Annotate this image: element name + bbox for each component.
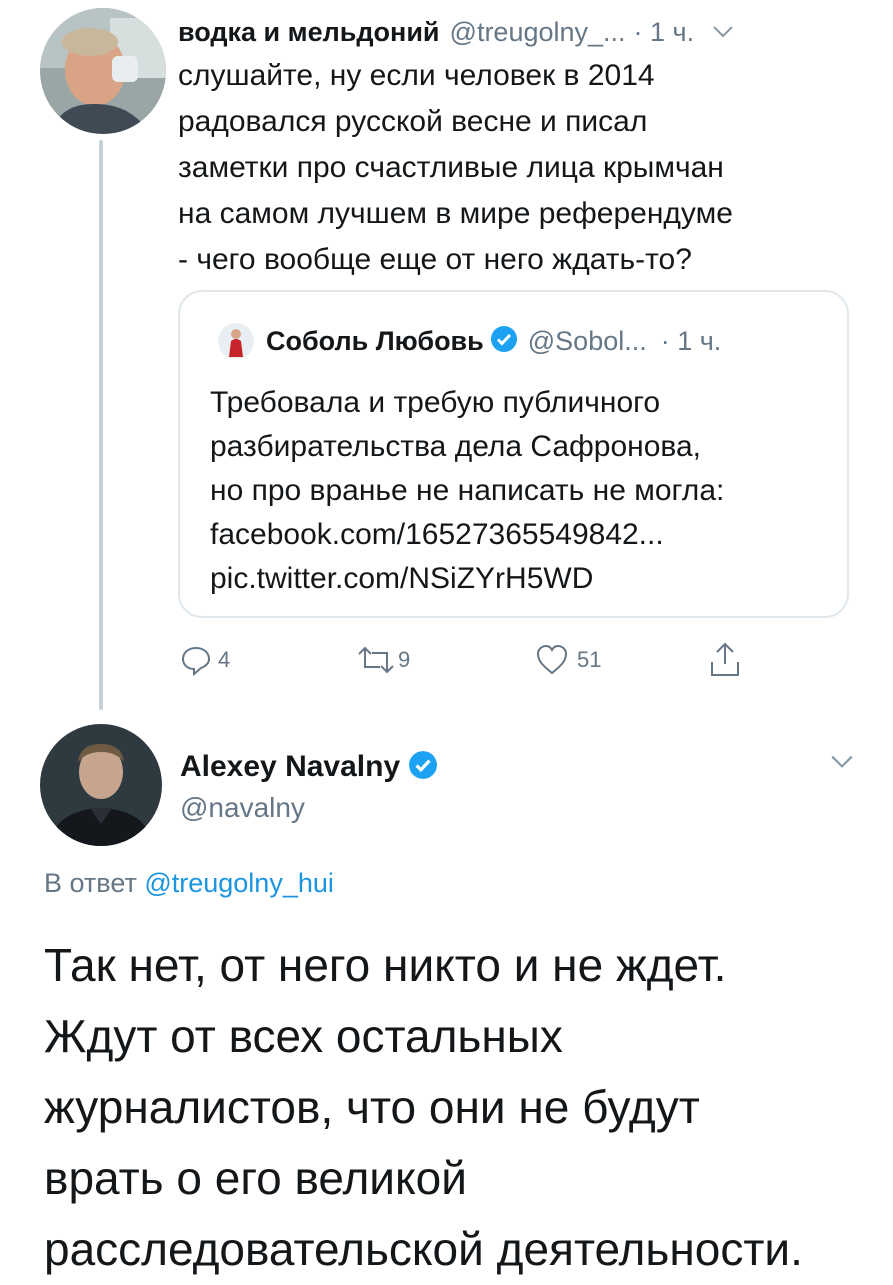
avatar-treugolny[interactable] — [40, 8, 166, 134]
avatar-navalny[interactable] — [40, 724, 162, 846]
quoted-text-line: Требовала и требую публичного — [210, 386, 661, 419]
reply-prefix: В ответ — [44, 868, 137, 898]
quoted-time: · 1 ч. — [660, 325, 722, 356]
reply-to-handle-link[interactable]: @treugolny_hui — [144, 868, 334, 898]
quoted-text-line: facebook.com/16527365549842... — [210, 518, 664, 551]
parent-text-line: радовался русской весне и писал — [178, 105, 648, 138]
parent-author-name[interactable]: водка и мельдоний — [178, 17, 440, 48]
share-button[interactable] — [708, 640, 742, 680]
reply-button[interactable]: 4 — [180, 640, 230, 680]
quoted-text-line: разбирательства дела Сафронова, — [210, 430, 702, 463]
main-author-name[interactable]: Alexey Navalny — [180, 750, 400, 784]
quoted-text-line: pic.twitter.com/NSiZYrH5WD — [210, 562, 594, 595]
main-author-handle[interactable]: @navalny — [180, 792, 305, 824]
share-upload-icon — [708, 642, 742, 678]
like-count: 51 — [577, 647, 602, 672]
main-tweet-header: Alexey Navalny — [180, 747, 438, 787]
main-tweet-text: Так нет, от него никто и не ждет. Ждут о… — [44, 930, 874, 1285]
parent-text-line: слушайте, ну если человек в 2014 — [178, 59, 655, 92]
parent-tweet-text: слушайте, ну если человек в 2014 радовал… — [178, 53, 858, 283]
comment-bubble-icon — [180, 644, 212, 676]
quoted-tweet-header: Соболь Любовь @Sobol... · 1 ч. — [218, 319, 721, 363]
avatar-sobol — [218, 323, 254, 359]
main-text-line: расследовательской деятельности. — [44, 1223, 803, 1275]
heart-outline-icon — [535, 644, 569, 676]
parent-text-line: заметки про счастливые лица крымчан — [178, 151, 724, 184]
thread-connector-line — [99, 140, 103, 710]
parent-text-line: - чего вообще еще от него ждать-то? — [178, 243, 692, 276]
retweet-count: 9 — [398, 647, 411, 672]
reply-context: В ответ @treugolny_hui — [44, 868, 334, 899]
quoted-text-line: но про вранье не написать не могла: — [210, 474, 725, 507]
like-button[interactable]: 51 — [535, 640, 601, 680]
main-text-line: Ждут от всех остальных — [44, 1010, 563, 1062]
parent-tweet-header: водка и мельдоний @treugolny_... · 1 ч. — [178, 12, 734, 52]
main-text-line: журналистов, что они не будут — [44, 1081, 700, 1133]
main-text-line: Так нет, от него никто и не ждет. — [44, 939, 727, 991]
quoted-author-handle: @Sobol... — [527, 325, 647, 356]
retweet-arrows-icon — [356, 645, 396, 675]
reply-count: 4 — [218, 647, 231, 672]
parent-author-handle[interactable]: @treugolny_... — [450, 17, 626, 48]
main-text-line: врать о его великой — [44, 1152, 467, 1204]
quoted-tweet-text: Требовала и требую публичного разбирател… — [210, 381, 830, 601]
verified-badge-icon — [408, 750, 438, 785]
chevron-down-icon[interactable] — [830, 754, 854, 775]
retweet-button[interactable]: 9 — [356, 640, 410, 680]
quoted-author-name: Соболь Любовь — [266, 325, 484, 356]
parent-text-line: на самом лучшем в мире референдуме — [178, 197, 733, 230]
chevron-down-icon[interactable] — [712, 19, 734, 45]
parent-time[interactable]: · 1 ч. — [634, 17, 695, 48]
verified-badge-icon — [490, 325, 518, 358]
